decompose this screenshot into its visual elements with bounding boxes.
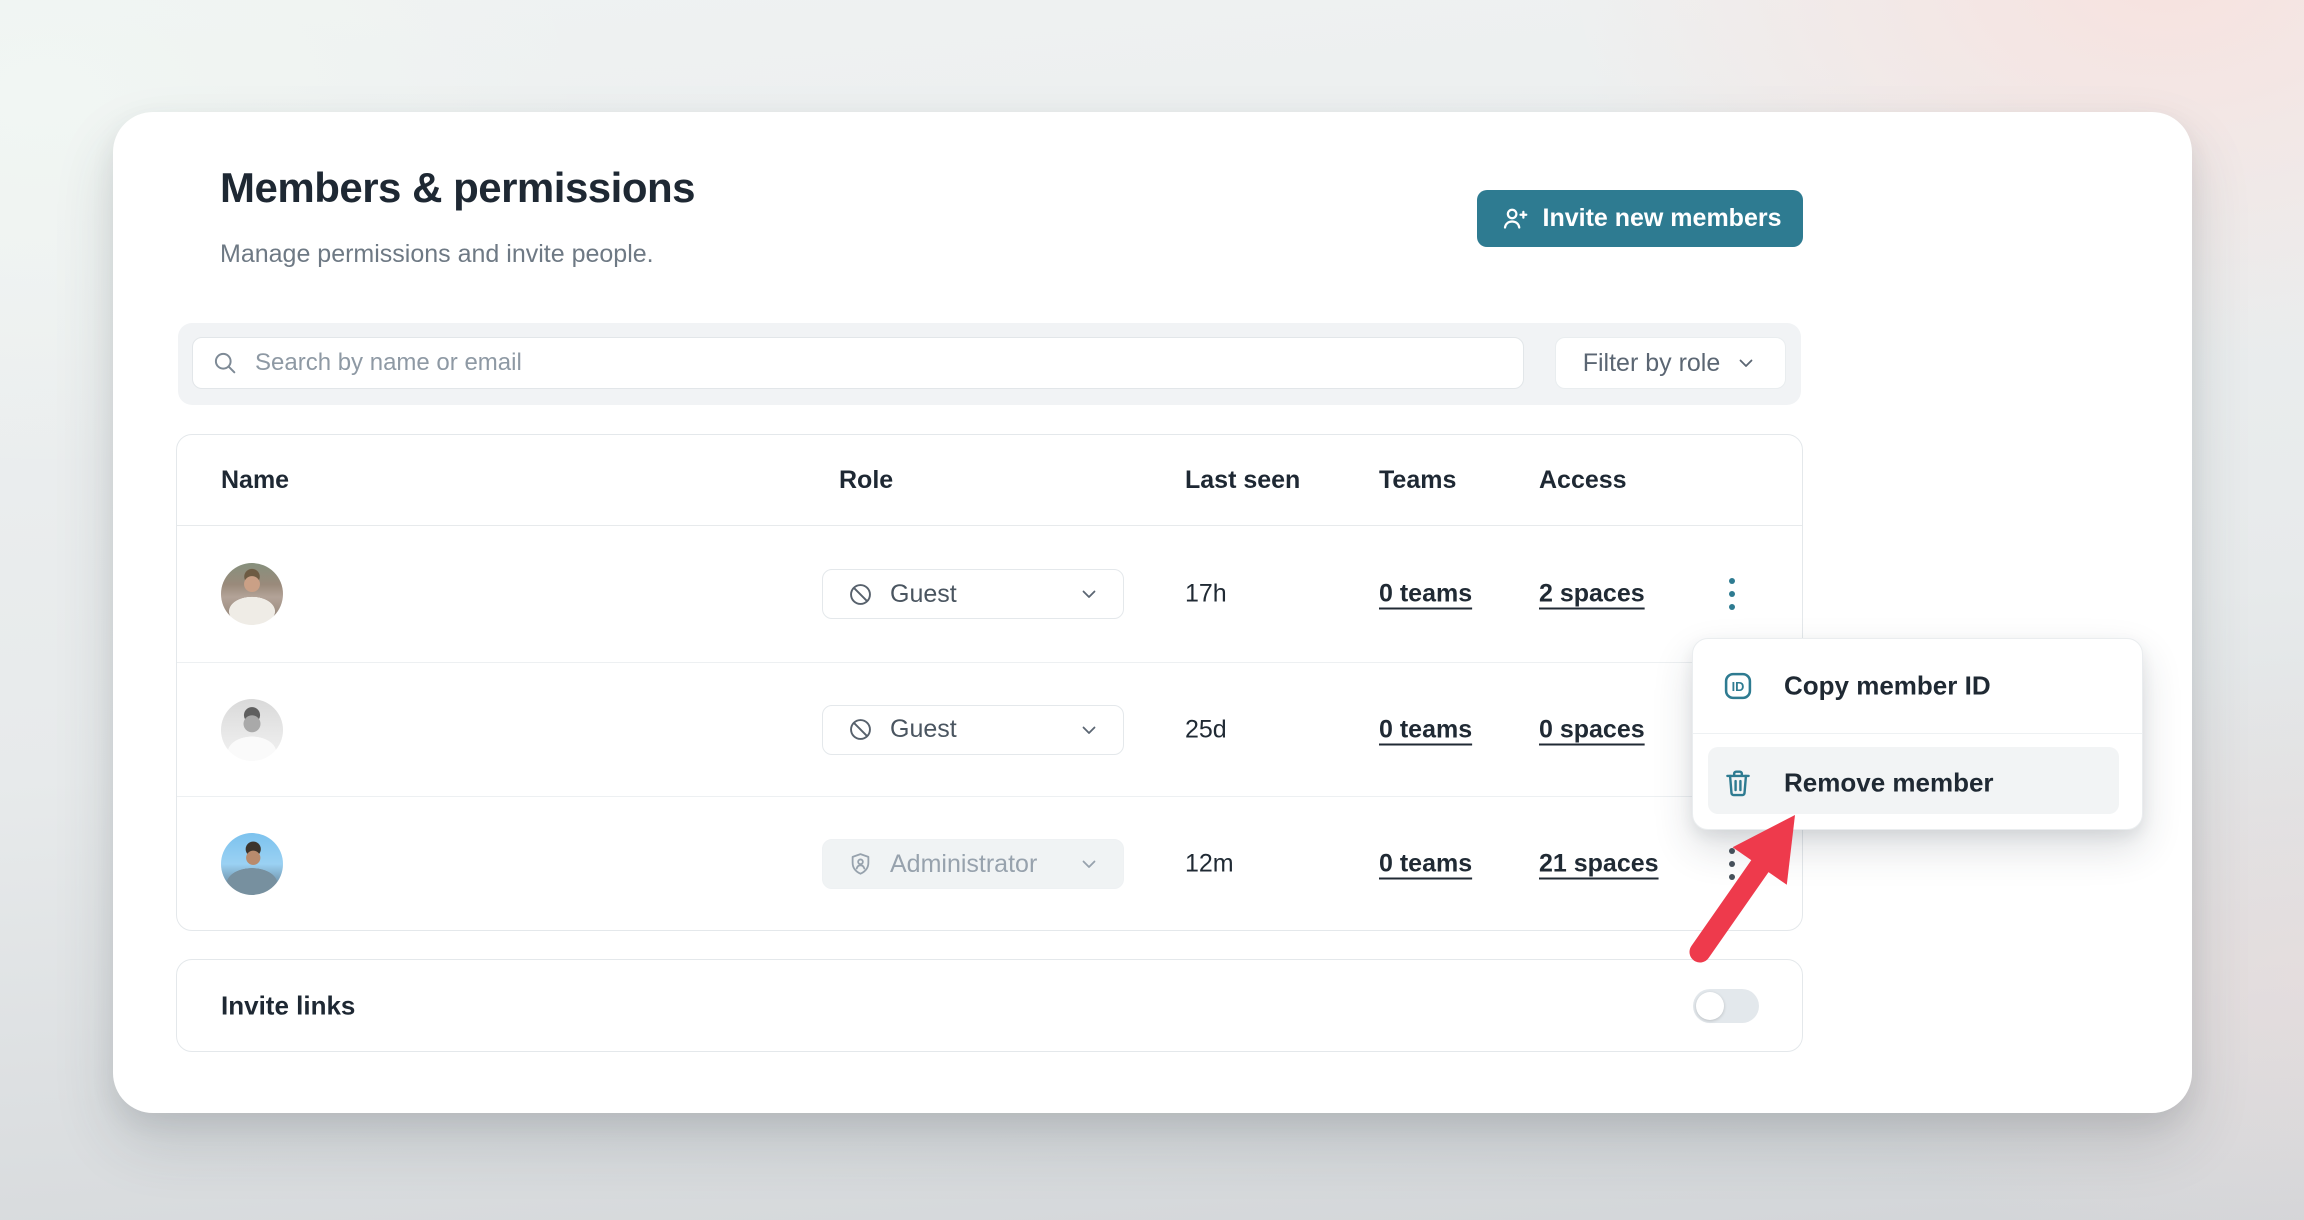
role-dropdown[interactable]: Guest xyxy=(822,569,1124,619)
filter-label: Filter by role xyxy=(1583,349,1721,378)
column-header-name: Name xyxy=(221,466,289,495)
row-actions-kebab-icon[interactable] xyxy=(1715,572,1749,616)
column-header-teams: Teams xyxy=(1379,466,1456,495)
search-filter-toolbar: Filter by role xyxy=(178,323,1801,405)
id-badge-icon: ID xyxy=(1721,669,1755,703)
menu-item-label: Remove member xyxy=(1784,767,1994,798)
role-dropdown[interactable]: Guest xyxy=(822,705,1124,755)
chevron-down-icon xyxy=(1077,852,1101,876)
teams-link[interactable]: 0 teams xyxy=(1379,715,1472,744)
access-link[interactable]: 0 spaces xyxy=(1539,715,1645,744)
avatar xyxy=(221,833,283,895)
trash-icon xyxy=(1721,766,1755,800)
column-header-last-seen: Last seen xyxy=(1185,466,1300,495)
invite-links-section: Invite links xyxy=(176,959,1803,1052)
row-actions-kebab-icon[interactable] xyxy=(1715,842,1749,886)
table-row: Guest 17h 0 teams 2 spaces xyxy=(177,526,1802,662)
role-value: Guest xyxy=(890,715,957,744)
search-icon xyxy=(211,349,239,377)
filter-by-role-dropdown[interactable]: Filter by role xyxy=(1555,337,1786,389)
chevron-down-icon xyxy=(1734,351,1758,375)
members-permissions-screen: Members & permissions Manage permissions… xyxy=(0,0,2304,1220)
invite-new-members-button[interactable]: Invite new members xyxy=(1477,190,1803,247)
role-value: Guest xyxy=(890,580,957,609)
avatar xyxy=(221,563,283,625)
person-add-icon xyxy=(1499,204,1529,234)
invite-button-label: Invite new members xyxy=(1543,204,1782,233)
settings-card: Members & permissions Manage permissions… xyxy=(113,112,2192,1113)
teams-link[interactable]: 0 teams xyxy=(1379,580,1472,609)
last-seen-value: 17h xyxy=(1185,580,1227,609)
search-box[interactable] xyxy=(192,337,1524,389)
access-link[interactable]: 21 spaces xyxy=(1539,850,1659,879)
role-value: Administrator xyxy=(890,850,1037,879)
page-title: Members & permissions xyxy=(220,164,695,212)
table-row: Administrator 12m 0 teams 21 spaces xyxy=(177,797,1802,931)
chevron-down-icon xyxy=(1077,718,1101,742)
column-header-role: Role xyxy=(839,466,893,495)
search-input[interactable] xyxy=(253,348,1507,378)
last-seen-value: 25d xyxy=(1185,715,1227,744)
last-seen-value: 12m xyxy=(1185,850,1234,879)
table-row: Guest 25d 0 teams 0 spaces xyxy=(177,663,1802,796)
menu-item-copy-member-id[interactable]: ID Copy member ID xyxy=(1693,639,2142,733)
invite-links-label: Invite links xyxy=(221,990,355,1021)
members-table: Name Role Last seen Teams Access Guest 1… xyxy=(176,434,1803,931)
row-context-menu: ID Copy member ID Remove member xyxy=(1692,638,2143,830)
access-link[interactable]: 2 spaces xyxy=(1539,580,1645,609)
no-entry-icon xyxy=(847,716,874,743)
shield-person-icon xyxy=(847,851,874,878)
role-dropdown[interactable]: Administrator xyxy=(822,839,1124,889)
avatar xyxy=(221,699,283,761)
menu-item-label: Copy member ID xyxy=(1784,671,1991,702)
table-header: Name Role Last seen Teams Access xyxy=(177,435,1802,526)
chevron-down-icon xyxy=(1077,582,1101,606)
toggle-knob xyxy=(1696,992,1724,1020)
svg-text:ID: ID xyxy=(1732,679,1745,694)
column-header-access: Access xyxy=(1539,466,1627,495)
menu-item-remove-member[interactable]: Remove member xyxy=(1693,734,2142,831)
invite-links-toggle[interactable] xyxy=(1693,989,1759,1023)
page-subtitle: Manage permissions and invite people. xyxy=(220,240,654,269)
no-entry-icon xyxy=(847,581,874,608)
teams-link[interactable]: 0 teams xyxy=(1379,850,1472,879)
